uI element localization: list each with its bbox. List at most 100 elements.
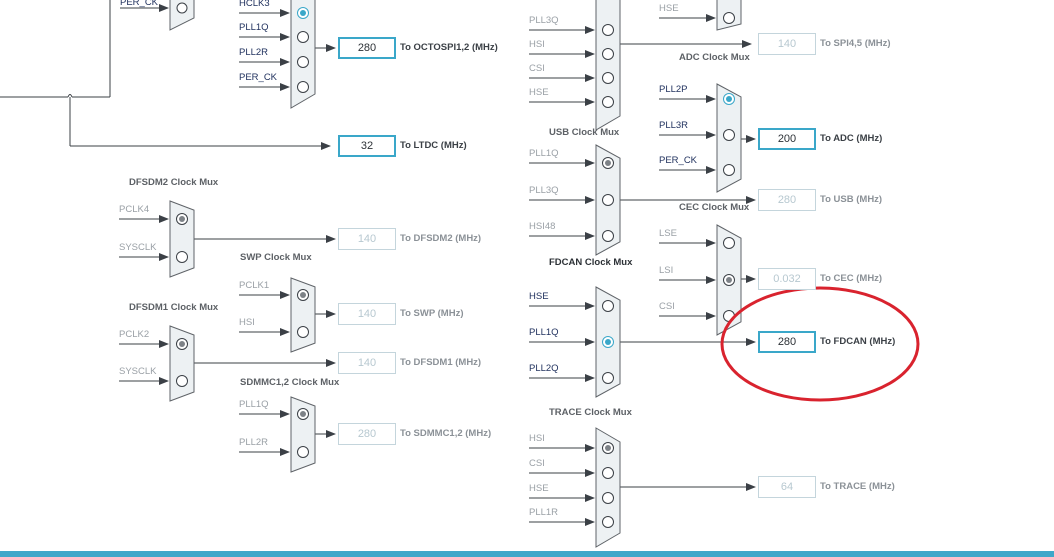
mux-octospi-top-input-label-1: HCLK3 (239, 0, 270, 9)
mux-spi-top-port-0 (602, 24, 614, 36)
output-spi45-value: 140 (758, 33, 816, 55)
mux-dfsdm1-input-label-0: PCLK2 (119, 329, 150, 340)
output-adc-label: To ADC (MHz) (820, 133, 883, 144)
mux-cec-input-label-2: CSI (659, 301, 675, 312)
mux-trace-input-label-3: PLL1R (529, 507, 559, 518)
mux-fdcan-port-0 (602, 300, 614, 312)
mux-fdcan-title: FDCAN Clock Mux (549, 257, 633, 268)
output-dfsdm1-label: To DFSDM1 (MHz) (400, 357, 482, 368)
mux-spi-top-port-1 (602, 48, 614, 60)
mux-swp-port-1 (297, 326, 309, 338)
mux-adc-selected-dot (726, 96, 732, 102)
mux-octospi-top-port-2 (297, 31, 309, 43)
mux-cec-port-0 (723, 237, 735, 249)
mux-spi-top-input-label-3: HSE (529, 87, 549, 98)
mux-usb-selected-dot (605, 160, 611, 166)
mux-adc-input-label-0: PLL2P (659, 84, 688, 95)
output-sdmmc-label: To SDMMC1,2 (MHz) (400, 428, 492, 439)
mux-octospi-top-input-label-4: PER_CK (239, 72, 278, 83)
mux-sdmmc-selected-dot (300, 411, 306, 417)
mux-cec-selected-dot (726, 277, 732, 283)
mux-fdcan-selected-dot (605, 339, 611, 345)
mux-sdmmc-port-1 (297, 446, 309, 458)
output-adc-value: 200 (758, 128, 816, 150)
output-swp-label: To SWP (MHz) (400, 308, 464, 319)
mux-dfsdm1-title: DFSDM1 Clock Mux (129, 302, 219, 313)
mux-adc-port-2 (723, 164, 735, 176)
mux-dfsdm2-title: DFSDM2 Clock Mux (129, 177, 219, 188)
mux-spi-top-shape (595, 0, 621, 131)
output-octospi-value: 280 (338, 37, 396, 59)
output-cec-value: 0.032 (758, 268, 816, 290)
output-dfsdm1-value: 140 (338, 352, 396, 374)
mux-dfsdm2-port-1 (176, 251, 188, 263)
mux-sdmmc-input-label-1: PLL2R (239, 437, 269, 448)
output-usb-value: 280 (758, 189, 816, 211)
mux-octospi-top-port-3 (297, 56, 309, 68)
output-ltdc-label: To LTDC (MHz) (400, 140, 467, 151)
mux-sdmmc-input-label-0: PLL1Q (239, 399, 269, 410)
mux-fdcan-input-label-0: HSE (529, 291, 549, 302)
mux-adc-input-label-2: PER_CK (659, 155, 698, 166)
output-octospi-label: To OCTOSPI1,2 (MHz) (400, 42, 498, 53)
mux-spi45-input-label-0: HSE (659, 3, 679, 14)
mux-usb-port-1 (602, 194, 614, 206)
clock-tree-diagram (0, 0, 920, 548)
output-fdcan-label: To FDCAN (MHz) (820, 336, 896, 347)
mux-usb-port-2 (602, 230, 614, 242)
mux-dfsdm1-input-label-1: SYSCLK (119, 366, 157, 377)
mux-octospi-top-input-label-3: PLL2R (239, 47, 269, 58)
mux-spi-top-port-3 (602, 96, 614, 108)
mux-usb-input-label-0: PLL1Q (529, 148, 559, 159)
mux-trace-selected-dot (605, 445, 611, 451)
mux-dfsdm1-port-1 (176, 375, 188, 387)
mux-trace-title: TRACE Clock Mux (549, 407, 632, 418)
mux-usb-title: USB Clock Mux (549, 127, 620, 138)
mux-trace-port-3 (602, 516, 614, 528)
mux-dfsdm2-input-label-0: PCLK4 (119, 204, 150, 215)
wire-hop (67, 94, 73, 98)
output-swp-value: 140 (338, 303, 396, 325)
mux-swp-selected-dot (300, 292, 306, 298)
output-dfsdm2-label: To DFSDM2 (MHz) (400, 233, 482, 244)
output-trace-value: 64 (758, 476, 816, 498)
mux-input-label-top-left: PER_CK (120, 0, 159, 8)
mux-trace-port-1 (602, 467, 614, 479)
output-fdcan-value: 280 (758, 331, 816, 353)
output-sdmmc-value: 280 (338, 423, 396, 445)
mux-cec-input-label-1: LSI (659, 265, 674, 276)
output-cec-label: To CEC (MHz) (820, 273, 883, 284)
mux-fdcan-port-2 (602, 372, 614, 384)
mux-sdmmc-title: SDMMC1,2 Clock Mux (240, 377, 340, 388)
mux-adc-input-label-1: PLL3R (659, 120, 689, 131)
mux-adc-title: ADC Clock Mux (679, 52, 750, 63)
mux-dfsdm1-selected-dot (179, 341, 185, 347)
mux-fdcan-input-label-2: PLL2Q (529, 363, 559, 374)
bottom-accent-bar (0, 551, 1054, 557)
mux-octospi-top-selected-dot (300, 10, 306, 16)
mux-adc-port-1 (723, 129, 735, 141)
mux-spi-top-input-label-2: CSI (529, 63, 545, 74)
mux-spi-top-input-label-1: HSI (529, 39, 545, 50)
mux-swp-input-label-1: HSI (239, 317, 255, 328)
mux-octospi-top-port-4 (297, 81, 309, 93)
mux-fdcan-input-label-1: PLL1Q (529, 327, 559, 338)
mux-cec-title: CEC Clock Mux (679, 202, 750, 213)
output-ltdc-value: 32 (338, 135, 396, 157)
mux-spi45-port-0 (723, 12, 735, 24)
mux-dfsdm1-shape (169, 325, 195, 402)
mux-trace-input-label-1: CSI (529, 458, 545, 469)
output-dfsdm2-value: 140 (338, 228, 396, 250)
mux-dfsdm2-selected-dot (179, 216, 185, 222)
mux-dfsdm2-shape (169, 200, 195, 278)
output-trace-label: To TRACE (MHz) (820, 481, 895, 492)
mux-trace-port-2 (602, 492, 614, 504)
output-usb-label: To USB (MHz) (820, 194, 883, 205)
mux-swp-title: SWP Clock Mux (240, 252, 312, 263)
mux-octospi-top-input-label-2: PLL1Q (239, 22, 269, 33)
mux-usb-input-label-2: HSI48 (529, 221, 556, 232)
mux-usb-input-label-1: PLL3Q (529, 185, 559, 196)
mux-trace-input-label-2: HSE (529, 483, 549, 494)
mux-spi-top-input-label-0: PLL3Q (529, 15, 559, 26)
mux-cec-input-label-0: LSE (659, 228, 677, 239)
